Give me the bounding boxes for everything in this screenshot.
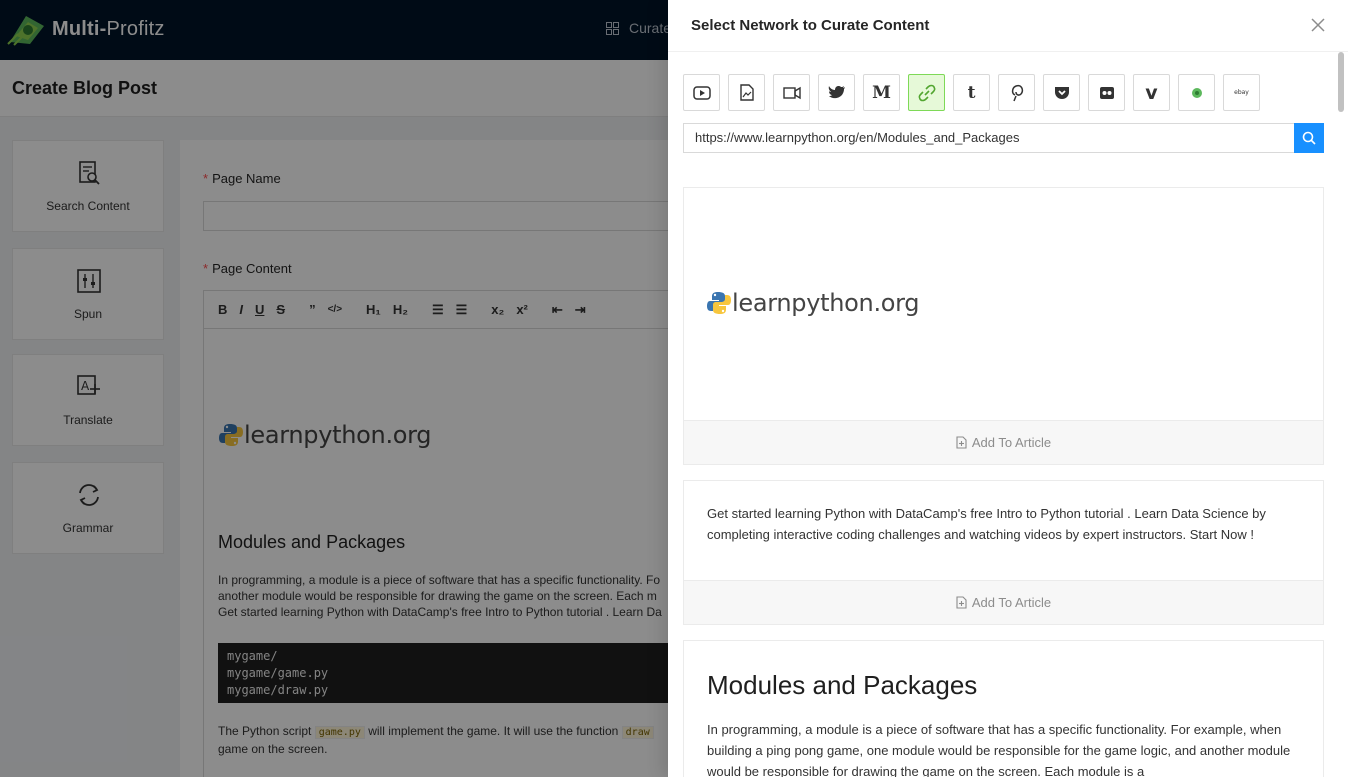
- search-button[interactable]: [1294, 123, 1324, 153]
- add-to-article-button[interactable]: Add To Article: [684, 580, 1323, 624]
- video-camera-icon: [782, 86, 801, 99]
- close-icon[interactable]: [1310, 17, 1326, 33]
- file-image-icon: [739, 84, 754, 101]
- card-heading: Modules and Packages: [707, 670, 978, 700]
- twitter-icon: [828, 86, 845, 99]
- pocket-icon: [1054, 86, 1069, 99]
- drawer-title: Select Network to Curate Content: [691, 17, 930, 34]
- content-card-article: Modules and Packages In programming, a m…: [683, 640, 1324, 777]
- scrollbar[interactable]: [1338, 52, 1344, 112]
- drawer-header: Select Network to Curate Content: [668, 0, 1348, 52]
- green-circle-icon: [1191, 87, 1202, 98]
- card-paragraph: In programming, a module is a piece of s…: [707, 722, 1291, 777]
- learnpython-logo: learnpython.org: [706, 289, 920, 317]
- tumblr-icon: t: [967, 82, 976, 103]
- network-green-button[interactable]: [1178, 74, 1215, 111]
- network-medium-button[interactable]: M: [863, 74, 900, 111]
- url-input[interactable]: https://www.learnpython.org/en/Modules_a…: [683, 123, 1294, 153]
- file-add-icon: [956, 596, 967, 609]
- network-buttons: M t v ebay: [683, 74, 1260, 111]
- file-add-icon: [956, 436, 967, 449]
- network-tumblr-button[interactable]: t: [953, 74, 990, 111]
- flickr-icon: [1099, 86, 1114, 99]
- link-icon: [918, 84, 935, 101]
- network-ebay-button[interactable]: ebay: [1223, 74, 1260, 111]
- network-vimeo-button[interactable]: v: [1133, 74, 1170, 111]
- network-pinterest-button[interactable]: [998, 74, 1035, 111]
- content-card-image: learnpython.org Add To Article: [683, 187, 1324, 465]
- network-document-button[interactable]: [728, 74, 765, 111]
- ebay-icon: ebay: [1234, 89, 1249, 96]
- content-card-text: Get started learning Python with DataCam…: [683, 480, 1324, 625]
- pinterest-icon: [1011, 84, 1023, 101]
- network-twitter-button[interactable]: [818, 74, 855, 111]
- network-link-button[interactable]: [908, 74, 945, 111]
- network-flickr-button[interactable]: [1088, 74, 1125, 111]
- python-logo-icon: [707, 292, 731, 314]
- network-video-button[interactable]: [773, 74, 810, 111]
- vimeo-icon: v: [1145, 81, 1158, 104]
- curate-drawer: Select Network to Curate Content M t v e…: [668, 0, 1348, 777]
- search-icon: [1302, 131, 1316, 145]
- network-youtube-button[interactable]: [683, 74, 720, 111]
- youtube-icon: [692, 85, 711, 100]
- network-pocket-button[interactable]: [1043, 74, 1080, 111]
- add-to-article-button[interactable]: Add To Article: [684, 420, 1323, 464]
- medium-icon: M: [872, 82, 891, 103]
- card-description: Get started learning Python with DataCam…: [707, 506, 1266, 542]
